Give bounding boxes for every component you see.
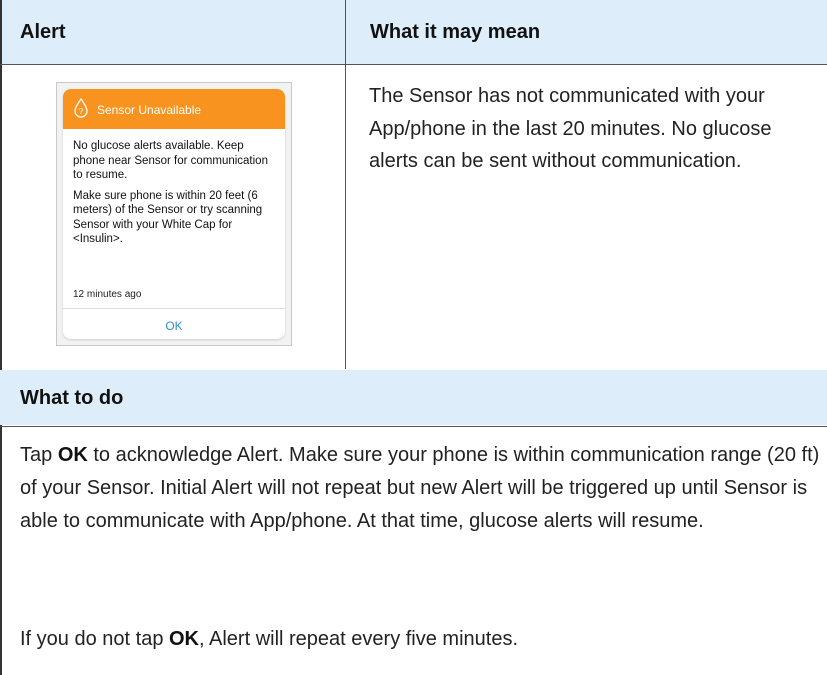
table-left-border <box>0 0 2 675</box>
todo-p1-lead: Tap <box>20 444 58 466</box>
todo-paragraph-2: If you do not tap OK, Alert will repeat … <box>20 623 820 656</box>
alert-screenshot: ? Sensor Unavailable No glucose alerts a… <box>56 82 292 346</box>
meaning-column-header-label: What it may mean <box>370 21 541 43</box>
alert-dialog-text-1: No glucose alerts available. Keep phone … <box>73 140 268 181</box>
question-drop-icon: ? <box>74 98 88 118</box>
alert-dialog-body: No glucose alerts available. Keep phone … <box>73 139 278 253</box>
alert-ok-button[interactable]: OK <box>63 319 285 333</box>
header-divider <box>0 64 827 65</box>
svg-text:?: ? <box>79 107 84 116</box>
todo-p1-rest: to acknowledge Alert. Make sure your pho… <box>20 444 820 532</box>
alert-column-header: Alert <box>0 0 346 64</box>
todo-p2-ok: OK <box>169 628 199 650</box>
alert-dialog-text-2: Make sure phone is within 20 feet (6 met… <box>73 189 263 246</box>
todo-paragraph-1: Tap OK to acknowledge Alert. Make sure y… <box>20 439 820 538</box>
column-divider <box>345 0 346 369</box>
alert-timestamp: 12 minutes ago <box>73 289 142 300</box>
alert-dialog-divider <box>63 308 285 309</box>
meaning-column-header: What it may mean <box>346 0 827 64</box>
todo-p1-ok: OK <box>57 444 88 466</box>
todo-p2-lead: If you do not tap <box>20 628 169 650</box>
todo-header-divider <box>0 426 827 427</box>
alert-dialog-title: Sensor Unavailable <box>97 103 202 117</box>
alert-column-header-label: Alert <box>20 21 66 43</box>
meaning-text: The Sensor has not communicated with you… <box>369 85 772 172</box>
alert-dialog: ? Sensor Unavailable No glucose alerts a… <box>63 89 285 339</box>
todo-header: What to do <box>0 370 827 425</box>
alert-dialog-header: ? Sensor Unavailable <box>63 89 285 129</box>
todo-header-label: What to do <box>20 387 124 409</box>
todo-p2-rest: , Alert will repeat every five minutes. <box>199 628 519 650</box>
